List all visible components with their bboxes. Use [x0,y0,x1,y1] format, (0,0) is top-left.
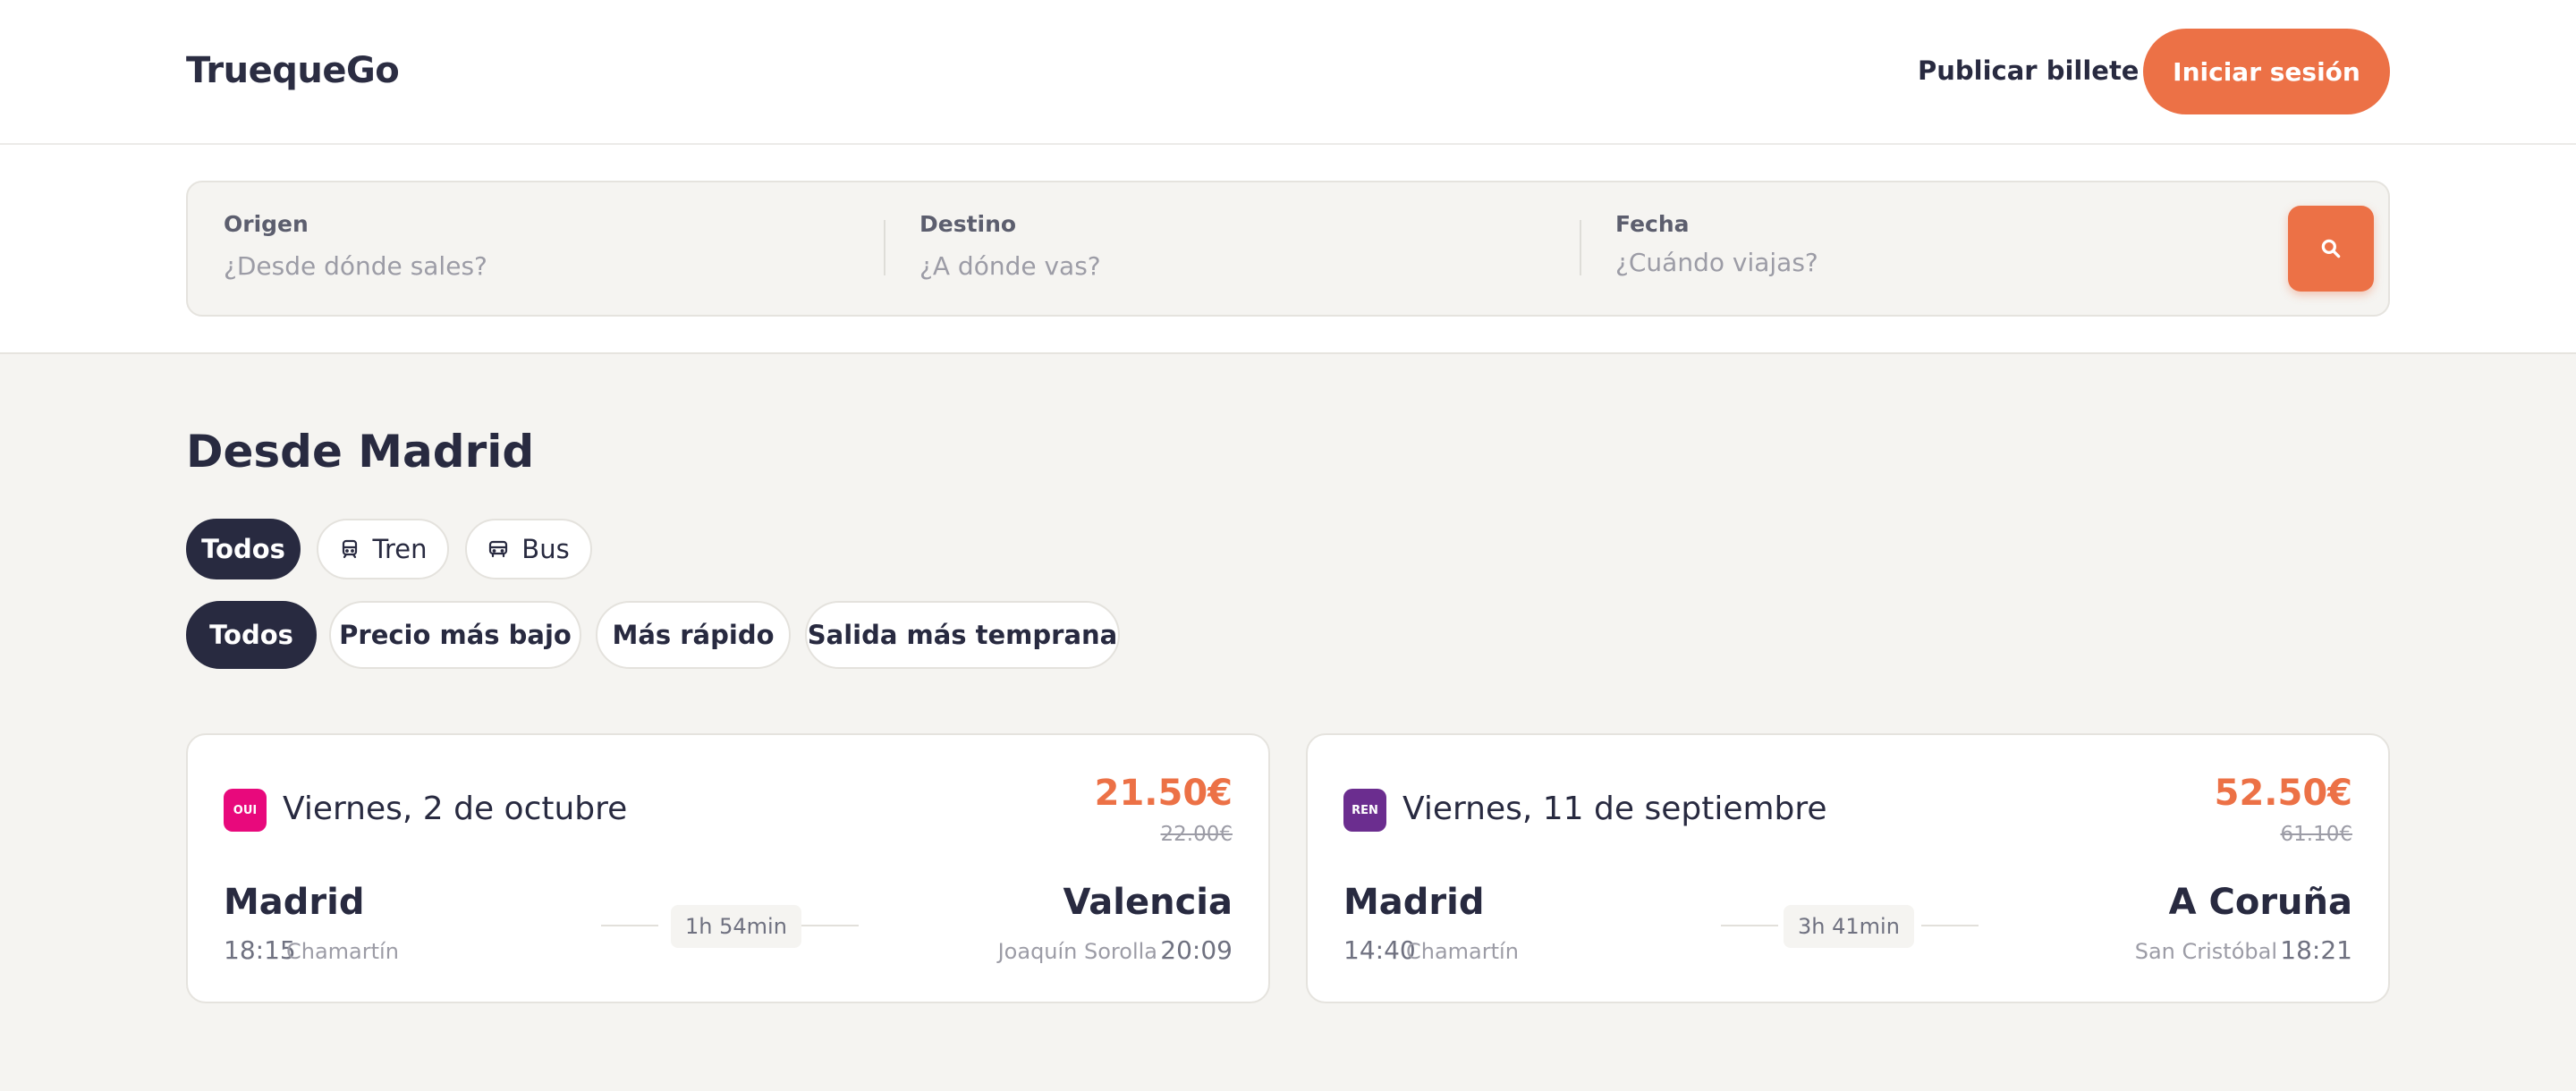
route-line [1921,925,1979,926]
sort-label: Salida más temprana [807,620,1118,650]
departure-time: 14:40 [1343,935,1416,965]
trip-price: 21.50€ [1094,773,1233,814]
filter-label: Todos [201,534,285,564]
filter-transport-bus[interactable]: Bus [465,519,592,579]
sort-label: Todos [209,620,293,650]
origin-station: Chamartín [1406,939,1519,964]
trip-date: Viernes, 2 de octubre [283,791,628,827]
sort-all[interactable]: Todos [186,601,317,669]
trip-card[interactable]: REN Viernes, 11 de septiembre 52.50€ 61.… [1306,733,2390,1003]
page-title: Desde Madrid [186,426,535,478]
filter-transport-all[interactable]: Todos [186,519,301,579]
origin-city: Madrid [1343,882,1485,923]
origin-label: Origen [224,211,309,237]
operator-badge: OUI [224,789,267,832]
trip-duration: 1h 54min [671,905,801,948]
date-label: Fecha [1615,211,1690,237]
trip-price: 52.50€ [2214,773,2352,814]
destination-field: Destino [919,182,1546,315]
filter-label: Tren [372,534,428,564]
trip-duration: 3h 41min [1784,905,1914,948]
field-divider [884,220,886,275]
top-header: TruequeGo Publicar billete Iniciar sesió… [0,0,2576,145]
sort-earliest-departure[interactable]: Salida más temprana [805,601,1120,669]
search-bar: Origen Destino Fecha [186,181,2390,317]
destination-station: San Cristóbal [2134,939,2277,964]
date-field: Fecha [1615,182,2241,315]
search-section: Origen Destino Fecha [0,145,2576,354]
trip-old-price: 61.10€ [2280,823,2352,846]
login-button[interactable]: Iniciar sesión [2143,29,2390,114]
logo[interactable]: TruequeGo [186,50,400,91]
destination-station: Joaquín Sorolla [997,939,1157,964]
train-icon [342,539,357,559]
trip-date: Viernes, 11 de septiembre [1402,791,1827,827]
filter-label: Bus [521,534,570,564]
arrival-time: 20:09 [1160,935,1233,965]
sort-lowest-price[interactable]: Precio más bajo [329,601,581,669]
destination-city: Valencia [1063,882,1233,923]
field-divider [1580,220,1581,275]
trip-card[interactable]: OUI Viernes, 2 de octubre 21.50€ 22.00€ … [186,733,1270,1003]
bus-icon [489,540,508,558]
search-icon [2321,239,2341,258]
arrival-time: 18:21 [2280,935,2352,965]
route-line [1721,925,1778,926]
route-line [801,925,859,926]
origin-city: Madrid [224,882,365,923]
operator-badge: REN [1343,789,1386,832]
origin-field: Origen [224,182,850,315]
search-button[interactable] [2288,206,2374,292]
departure-time: 18:15 [224,935,296,965]
date-input[interactable] [1615,243,2241,281]
destination-input[interactable] [919,247,1546,284]
publish-ticket-link[interactable]: Publicar billete [1918,55,2139,86]
trip-old-price: 22.00€ [1160,823,1233,846]
sort-fastest[interactable]: Más rápido [596,601,791,669]
sort-label: Precio más bajo [339,620,572,650]
origin-station: Chamartín [286,939,399,964]
filter-transport-train[interactable]: Tren [317,519,449,579]
destination-city: A Coruña [2168,882,2352,923]
origin-input[interactable] [224,247,850,284]
destination-label: Destino [919,211,1017,237]
sort-label: Más rápido [612,620,775,650]
route-line [601,925,658,926]
